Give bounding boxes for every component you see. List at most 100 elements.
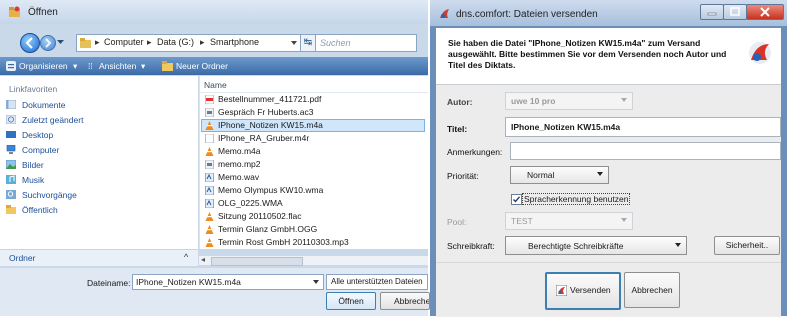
breadcrumb-separator-icon: ▸ (147, 37, 152, 47)
filename-dropdown-icon[interactable] (313, 280, 319, 284)
breadcrumb-computer[interactable]: Computer (104, 37, 144, 47)
file-row[interactable]: Sitzung 20110502.flac (205, 211, 427, 222)
forward-button[interactable] (40, 35, 56, 51)
pdf-icon (205, 95, 214, 104)
sidebar-item-label: Dokumente (22, 100, 66, 110)
file-row[interactable]: Memo.m4a (205, 146, 427, 157)
chevron-down-icon (621, 218, 627, 222)
generic-file-icon (205, 134, 214, 143)
refresh-button[interactable]: ↹ (300, 34, 316, 52)
file-row[interactable]: Memo Olympus KW10.wma (205, 185, 427, 196)
folders-toggle[interactable]: Ordner ^ (0, 249, 198, 266)
vlc-icon (205, 212, 214, 221)
file-name: Sitzung 20110502.flac (218, 211, 302, 221)
sidebar-item-computer[interactable]: Computer (6, 144, 196, 156)
title-input[interactable]: IPhone_Notizen KW15.m4a (505, 117, 781, 137)
filetype-select[interactable]: Alle unterstützten Dateien (326, 274, 428, 290)
sidebar-item-searches[interactable]: Suchvorgänge (6, 189, 196, 201)
file-row[interactable]: Memo.wav (205, 172, 427, 183)
typist-label: Schreibkraft: (447, 241, 495, 251)
file-row[interactable]: OLG_0225.WMA (205, 198, 427, 209)
pool-value: TEST (511, 216, 533, 226)
organize-dropdown-icon[interactable]: ▾ (73, 61, 77, 72)
file-row[interactable]: memo.mp2 (205, 159, 427, 170)
search-input[interactable]: Suchen (315, 34, 417, 52)
sidebar-item-documents[interactable]: Dokumente (6, 99, 196, 111)
sidebar-item-desktop[interactable]: Desktop (6, 129, 196, 141)
new-folder-icon (162, 61, 173, 71)
file-row[interactable]: Termin Rost GmbH 20110303.mp3 (205, 237, 427, 248)
address-dropdown-icon[interactable] (291, 41, 297, 45)
security-button[interactable]: Sicherheit.. (714, 236, 780, 255)
file-row-selected[interactable]: IPhone_Notizen KW15.m4a (201, 119, 425, 132)
dns-instruction-message: Sie haben die Datei "IPhone_Notizen KW15… (448, 38, 727, 70)
chevron-down-icon (597, 172, 603, 176)
close-button[interactable] (746, 4, 784, 20)
file-name: IPhone_RA_Gruber.m4r (218, 133, 310, 143)
remarks-input[interactable] (510, 142, 781, 160)
open-button[interactable]: Öffnen (326, 292, 376, 310)
horizontal-scrollbar[interactable]: ◂ (199, 255, 428, 266)
refresh-icon: ↹ (303, 37, 313, 48)
open-dialog-app-icon (9, 6, 20, 17)
filename-input[interactable]: IPhone_Notizen KW15.m4a (132, 274, 324, 290)
author-select: uwe 10 pro (505, 92, 633, 110)
chevron-up-icon: ^ (184, 252, 189, 262)
file-name: IPhone_Notizen KW15.m4a (218, 120, 323, 130)
pool-select: TEST (505, 212, 633, 230)
sidebar-item-label: Computer (22, 145, 60, 155)
search-placeholder: Suchen (320, 38, 351, 48)
desktop-icon (6, 131, 16, 138)
typist-select[interactable]: Berechtigte Schreibkräfte (505, 236, 687, 255)
sidebar-item-public[interactable]: Öffentlich (6, 204, 196, 216)
title-label: Titel: (447, 124, 468, 134)
speech-recognition-label[interactable]: Spracherkennung benutzen (522, 193, 631, 205)
file-row[interactable]: Bestellnummer_411721.pdf (205, 94, 427, 105)
public-icon (6, 205, 16, 214)
audio-icon (205, 108, 214, 117)
sidebar-item-label: Suchvorgänge (22, 190, 77, 200)
sidebar-item-pictures[interactable]: Bilder (6, 159, 196, 171)
send-button-label: Versenden (570, 285, 611, 295)
breadcrumb-data-drive[interactable]: Data (G:) (157, 37, 194, 47)
minimize-button[interactable] (700, 4, 724, 20)
open-dialog-title: Öffnen (28, 7, 58, 18)
file-name: Memo.m4a (218, 146, 261, 156)
back-button[interactable] (20, 33, 40, 53)
filename-value: IPhone_Notizen KW15.m4a (136, 277, 241, 287)
maximize-button[interactable] (723, 4, 747, 20)
history-dropdown-icon[interactable] (57, 40, 64, 45)
chevron-down-icon (675, 243, 681, 247)
file-name: Memo.wav (218, 172, 260, 182)
scrollbar-thumb[interactable] (211, 257, 303, 266)
cancel-button-open-dialog[interactable]: Abbreche (380, 292, 430, 310)
title-value: IPhone_Notizen KW15.m4a (511, 122, 621, 132)
file-row[interactable]: IPhone_RA_Gruber.m4r (205, 133, 427, 144)
file-row[interactable]: Termin Glanz GmbH.OGG (205, 224, 427, 235)
dns-app-icon (440, 9, 449, 18)
column-header-name[interactable]: Name (199, 78, 428, 93)
sidebar-item-recent[interactable]: Zuletzt geändert (6, 114, 196, 126)
file-name: Gespräch Fr Huberts.ac3 (218, 107, 314, 117)
breadcrumb-smartphone[interactable]: Smartphone (210, 37, 259, 47)
vlc-icon (205, 121, 214, 130)
speech-recognition-checkbox[interactable] (511, 194, 522, 205)
views-button[interactable]: Ansichten (99, 61, 136, 71)
priority-select[interactable]: Normal (510, 166, 609, 184)
new-folder-button[interactable]: Neuer Ordner (176, 61, 228, 71)
searches-icon (6, 190, 16, 199)
send-button[interactable]: Versenden (545, 272, 621, 310)
views-dropdown-icon[interactable]: ▾ (141, 61, 145, 72)
sidebar-item-label: Bilder (22, 160, 44, 170)
folders-label: Ordner (9, 253, 36, 263)
organize-button[interactable]: Organisieren (19, 61, 68, 71)
maximize-icon (730, 7, 740, 16)
cancel-button-dns[interactable]: Abbrechen (624, 272, 680, 308)
wma-icon (205, 199, 214, 208)
file-row[interactable]: Gespräch Fr Huberts.ac3 (205, 107, 427, 118)
scroll-left-icon[interactable]: ◂ (201, 255, 205, 264)
pool-label: Pool: (447, 217, 467, 227)
sidebar-item-music[interactable]: Musik (6, 174, 196, 186)
sidebar-item-label: Öffentlich (22, 205, 58, 215)
address-bar[interactable]: ▸ Computer ▸ Data (G:) ▸ Smartphone (76, 34, 302, 52)
